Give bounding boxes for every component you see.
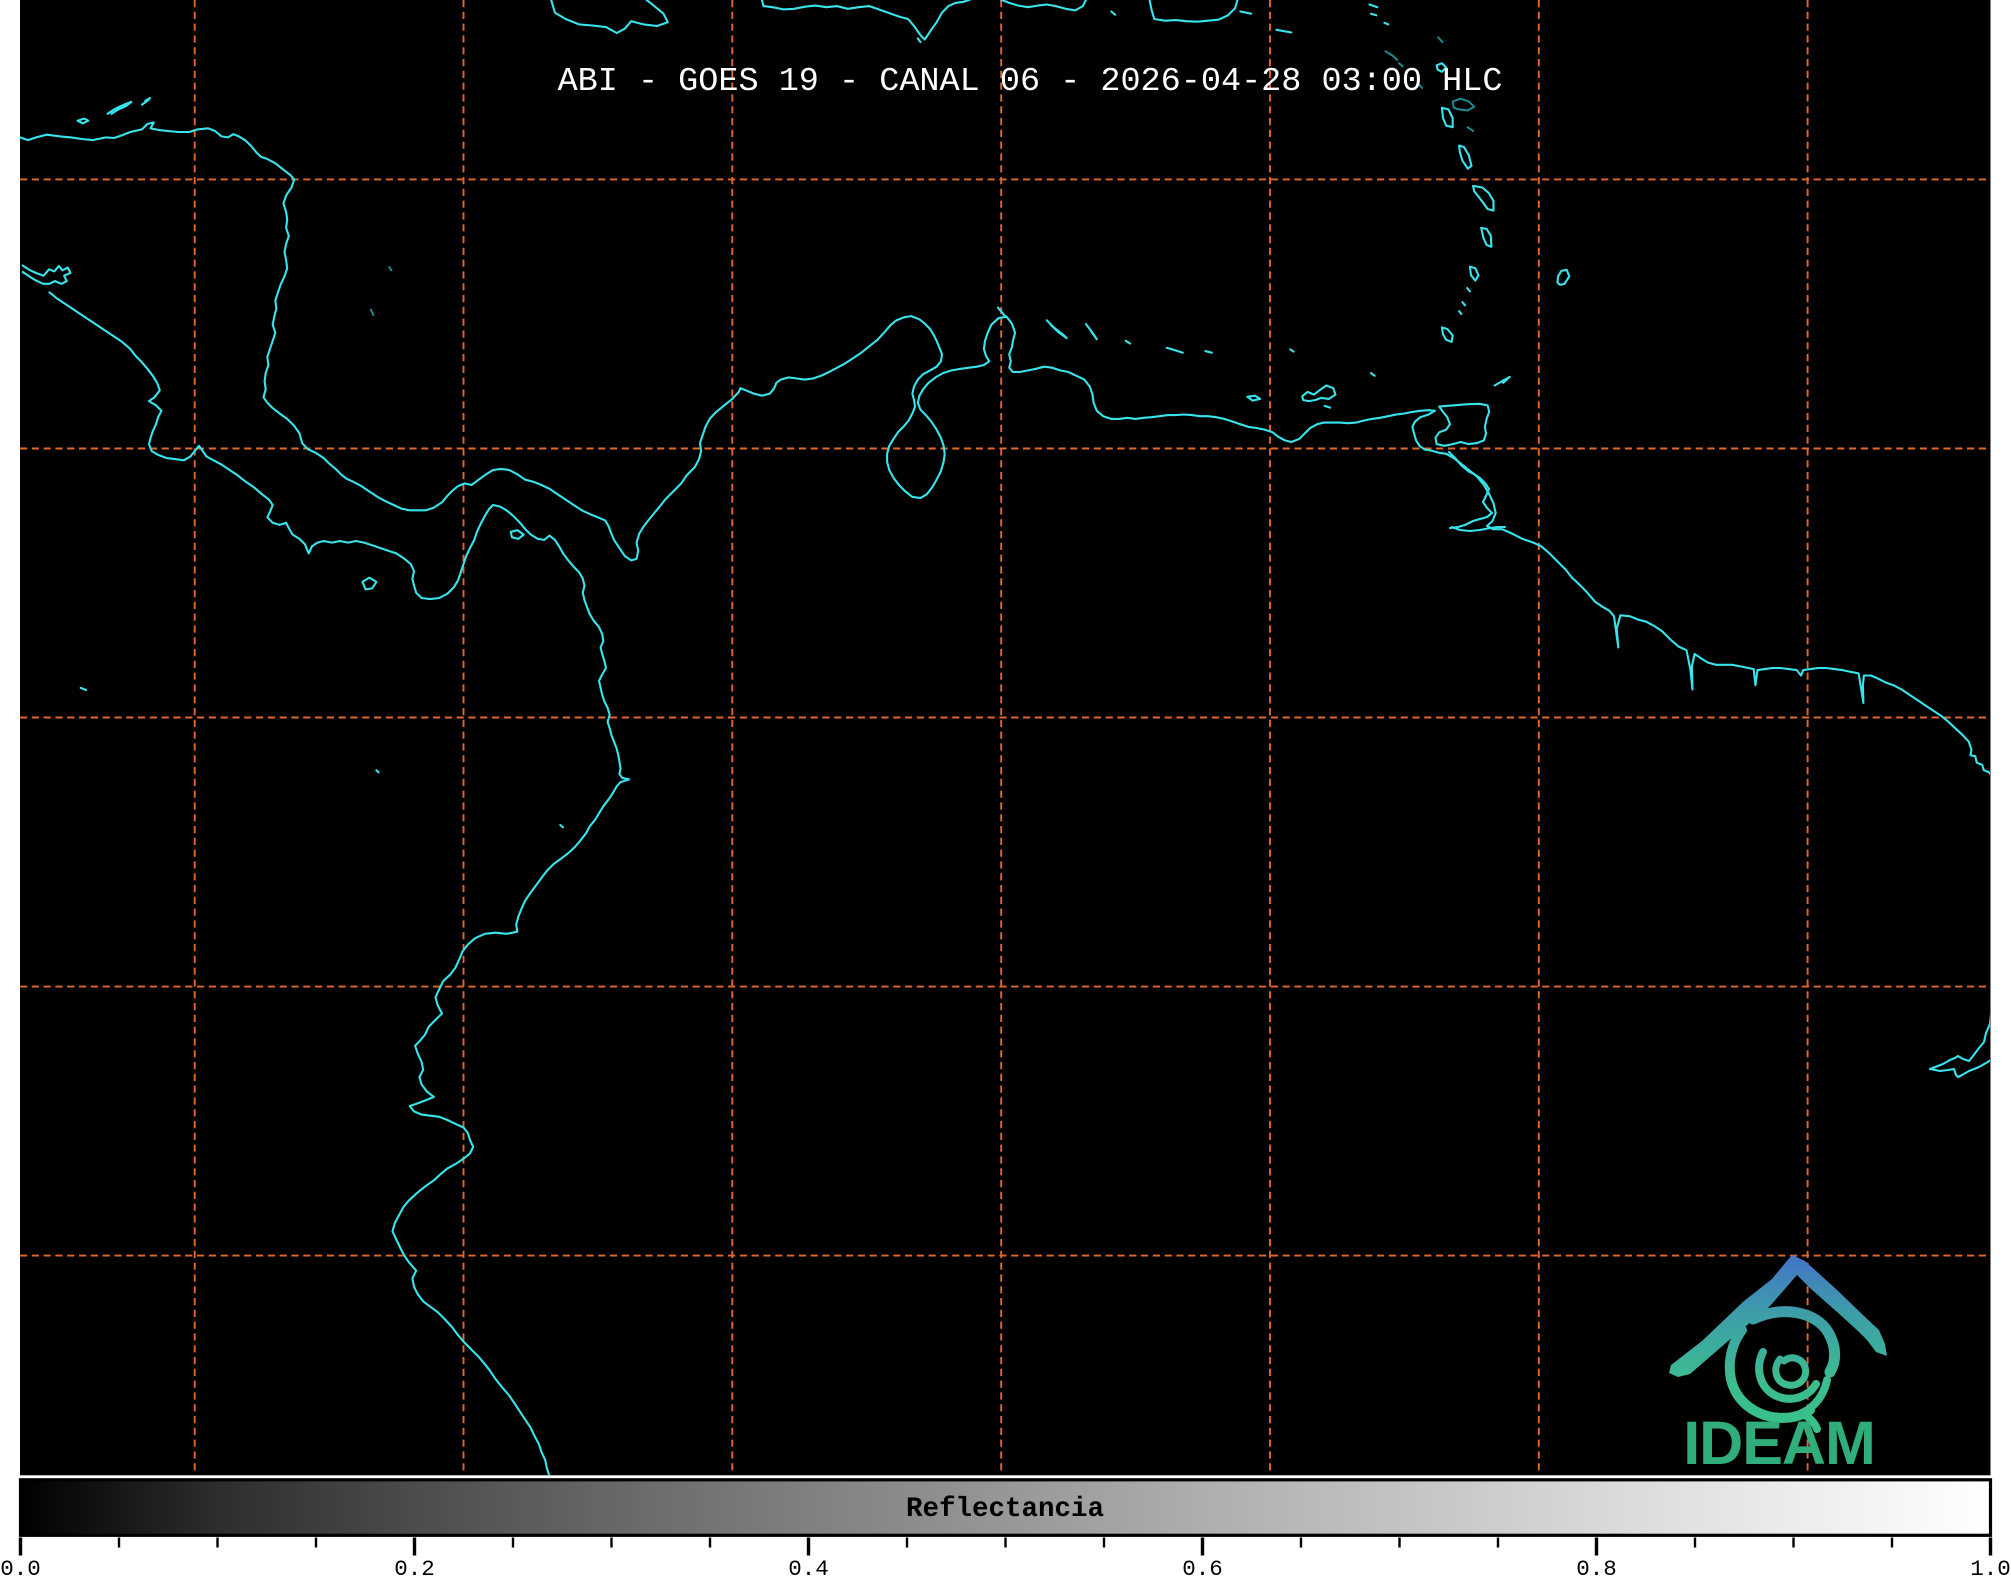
svg-text:0.2: 0.2: [394, 1556, 435, 1577]
svg-text:1.0: 1.0: [1970, 1556, 2011, 1577]
svg-text:0.4: 0.4: [788, 1556, 829, 1577]
svg-text:0.8: 0.8: [1576, 1556, 1617, 1577]
svg-text:0.6: 0.6: [1182, 1556, 1223, 1577]
svg-text:Reflectancia: Reflectancia: [906, 1494, 1104, 1525]
svg-text:IDEAM: IDEAM: [1683, 1409, 1875, 1477]
svg-text:ABI - GOES 19 - CANAL 06 - 202: ABI - GOES 19 - CANAL 06 - 2026-04-28 03…: [558, 63, 1503, 101]
svg-text:0.0: 0.0: [0, 1556, 41, 1577]
